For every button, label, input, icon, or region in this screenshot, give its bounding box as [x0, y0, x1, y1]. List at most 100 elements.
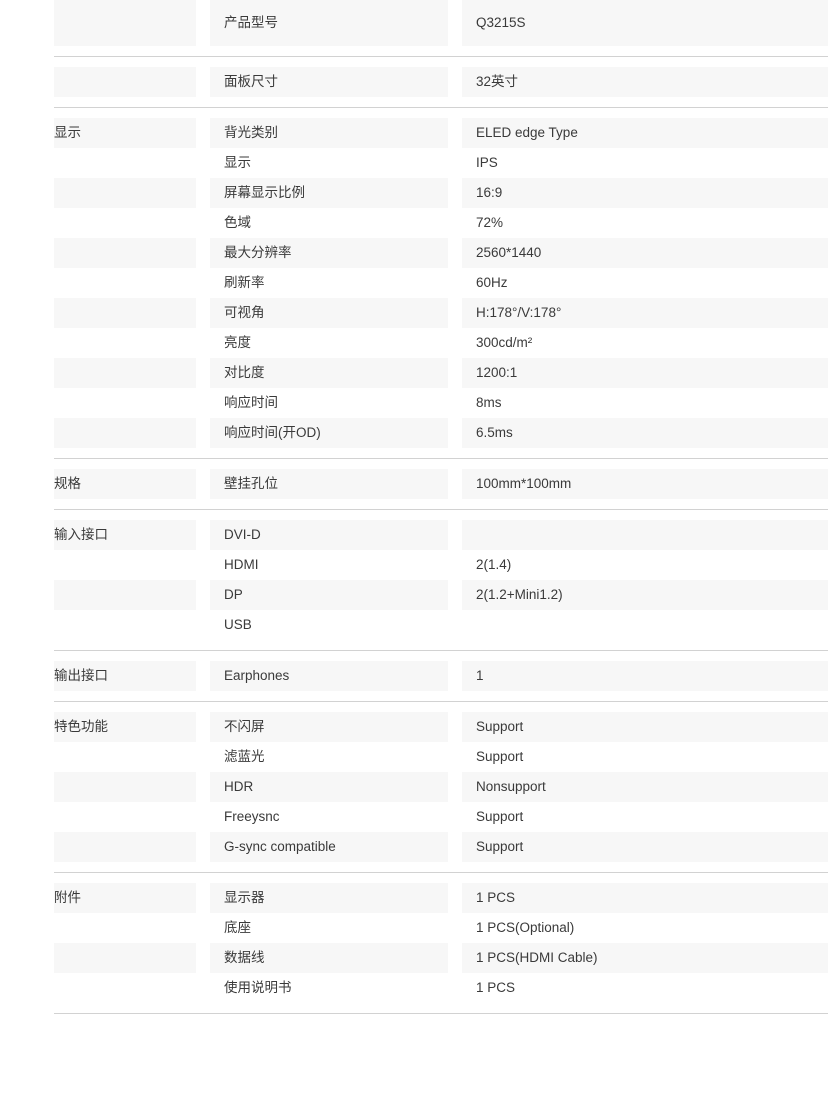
column-gap	[196, 388, 210, 418]
row-item-cell: 色域	[224, 215, 251, 230]
column-gap	[196, 67, 210, 97]
column-gap	[448, 973, 462, 1003]
row-value-cell: H:178°/V:178°	[462, 298, 828, 328]
row-item-cell: 显示	[224, 155, 251, 170]
table-row: 最大分辨率 2560*1440	[0, 238, 828, 268]
row-group-cell	[54, 418, 196, 448]
column-gap	[196, 580, 210, 610]
row-item-cell: USB	[224, 617, 252, 632]
table-row: 输出接口 Earphones 1	[0, 661, 828, 691]
row-group-cell	[54, 328, 196, 358]
row-item-cell: 数据线	[210, 943, 448, 973]
row-value-cell: 16:9	[462, 178, 828, 208]
column-gap	[196, 178, 210, 208]
column-gap	[196, 8, 210, 38]
column-gap	[448, 712, 462, 742]
row-item-cell: 亮度	[224, 335, 251, 350]
row-value-cell: Q3215S	[462, 0, 828, 46]
table-row: DP 2(1.2+Mini1.2)	[0, 580, 828, 610]
table-row: USB	[0, 610, 828, 640]
row-item-cell: 壁挂孔位	[210, 469, 448, 499]
column-gap	[448, 610, 462, 640]
spec-section-body: 输出接口 Earphones 1	[0, 651, 828, 701]
row-value-cell: Support	[476, 749, 524, 764]
row-value-cell: 1 PCS	[462, 883, 828, 913]
row-value-cell	[462, 520, 828, 550]
row-group-cell	[54, 580, 196, 610]
column-gap	[196, 661, 210, 691]
row-item-cell: 刷新率	[224, 275, 265, 290]
row-group-cell	[54, 298, 196, 328]
column-gap	[196, 772, 210, 802]
row-value-cell: Support	[462, 712, 828, 742]
row-group-cell	[54, 388, 196, 418]
column-gap	[196, 118, 210, 148]
table-row: 响应时间(开OD) 6.5ms	[0, 418, 828, 448]
table-row: Freeysnc Support	[0, 802, 828, 832]
spec-section-body: 输入接口 DVI-D HDMI 2(1.4) DP 2(1.2+Mini1.2) USB	[0, 510, 828, 650]
column-gap	[448, 943, 462, 973]
row-value-cell: 8ms	[476, 395, 502, 410]
table-row: HDMI 2(1.4)	[0, 550, 828, 580]
table-row: 显示 背光类别 ELED edge Type	[0, 118, 828, 148]
row-value-cell: 2(1.2+Mini1.2)	[462, 580, 828, 610]
column-gap	[448, 580, 462, 610]
spec-section-body: 特色功能 不闪屏 Support 滤蓝光 Support HDR Nonsupport Fre…	[0, 702, 828, 872]
row-item-cell: 屏幕显示比例	[210, 178, 448, 208]
table-row: 对比度 1200:1	[0, 358, 828, 388]
table-bottom-rule	[54, 1013, 828, 1014]
row-value-cell: Support	[462, 832, 828, 862]
spec-section: 规格 壁挂孔位 100mm*100mm	[54, 458, 828, 509]
row-group-cell	[54, 943, 196, 973]
row-value-cell: 2560*1440	[462, 238, 828, 268]
spec-section: 显示 背光类别 ELED edge Type 显示 IPS 屏幕显示比例 16:9 色域 72%…	[54, 107, 828, 458]
row-item-cell: 滤蓝光	[224, 749, 265, 764]
row-item-cell: 对比度	[210, 358, 448, 388]
column-gap	[448, 298, 462, 328]
table-row: 色域 72%	[0, 208, 828, 238]
column-gap	[448, 469, 462, 499]
spec-section: 面板尺寸 32英寸	[54, 56, 828, 107]
row-value-cell: 1 PCS(Optional)	[476, 920, 575, 935]
row-value-cell: 100mm*100mm	[462, 469, 828, 499]
column-gap	[448, 8, 462, 38]
column-gap	[196, 832, 210, 862]
table-row: 底座 1 PCS(Optional)	[0, 913, 828, 943]
spec-section: 产品型号 Q3215S	[0, 0, 828, 56]
column-gap	[196, 802, 210, 832]
table-row: 显示 IPS	[0, 148, 828, 178]
column-gap	[196, 298, 210, 328]
row-item-cell: 显示器	[210, 883, 448, 913]
row-item-cell: DVI-D	[210, 520, 448, 550]
row-value-cell: 1 PCS(HDMI Cable)	[462, 943, 828, 973]
column-gap	[448, 148, 462, 178]
column-gap	[448, 178, 462, 208]
row-value-cell: 1	[462, 661, 828, 691]
row-group-cell	[54, 0, 196, 46]
table-row: 产品型号 Q3215S	[0, 0, 828, 46]
row-item-cell: 可视角	[210, 298, 448, 328]
column-gap	[448, 67, 462, 97]
column-gap	[196, 208, 210, 238]
row-group-cell	[54, 358, 196, 388]
table-row: G-sync compatible Support	[0, 832, 828, 862]
column-gap	[448, 661, 462, 691]
row-item-cell: 响应时间	[224, 395, 278, 410]
column-gap	[448, 742, 462, 772]
row-item-cell: 响应时间(开OD)	[210, 418, 448, 448]
row-group-cell	[54, 148, 196, 178]
table-row: 面板尺寸 32英寸	[0, 67, 828, 97]
row-group-cell	[54, 973, 196, 1003]
spec-section-body: 产品型号 Q3215S	[0, 0, 828, 56]
row-group-cell	[54, 178, 196, 208]
row-group-cell: 输入接口	[54, 520, 196, 550]
spec-section-body: 显示 背光类别 ELED edge Type 显示 IPS 屏幕显示比例 16:9 色域 72%…	[0, 108, 828, 458]
column-gap	[196, 550, 210, 580]
table-row: 特色功能 不闪屏 Support	[0, 712, 828, 742]
column-gap	[196, 238, 210, 268]
row-item-cell: HDR	[210, 772, 448, 802]
column-gap	[196, 610, 210, 640]
row-group-cell	[54, 610, 196, 640]
spec-section: 输入接口 DVI-D HDMI 2(1.4) DP 2(1.2+Mini1.2) USB	[54, 509, 828, 650]
row-item-cell: 底座	[224, 920, 251, 935]
